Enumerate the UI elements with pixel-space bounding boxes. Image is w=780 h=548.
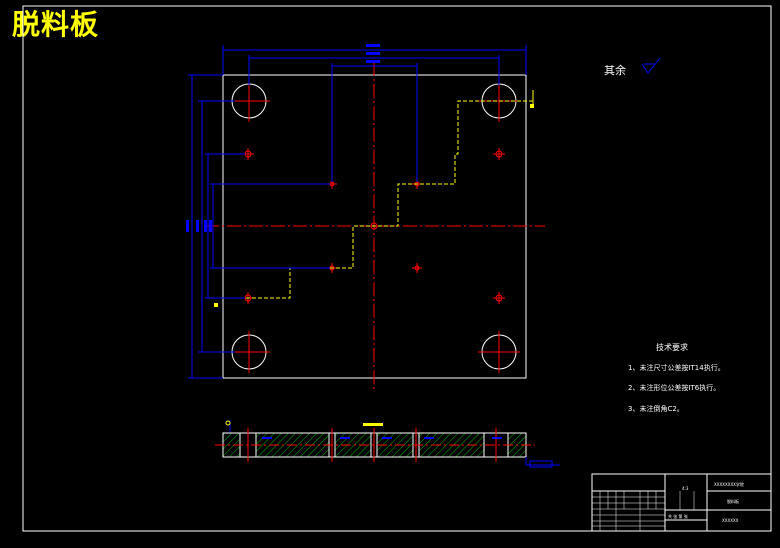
roughness-symbol-icon bbox=[641, 57, 661, 74]
title-block-part-name: 脱料板 bbox=[727, 498, 739, 504]
guide-hole-bottom-right bbox=[478, 331, 520, 373]
technical-requirements: 技术要求 1、未注尺寸公差按IT14执行。 2、未注形位公差按IT6执行。 3、… bbox=[628, 342, 725, 413]
title-block-scale: 4:3 bbox=[682, 486, 689, 491]
title-block-drawing-no: XXXXXX bbox=[722, 518, 739, 523]
title-block bbox=[591, 473, 772, 532]
title-block-sheet-info: 共 张 第 张 bbox=[668, 513, 688, 519]
dimension-lines bbox=[188, 45, 527, 379]
tech-req-item-1: 1、未注尺寸公差按IT14执行。 bbox=[628, 363, 725, 372]
tech-req-item-2: 2、未注形位公差按IT6执行。 bbox=[628, 383, 720, 392]
dimension-labels bbox=[186, 44, 380, 232]
tech-req-heading: 技术要求 bbox=[656, 342, 688, 352]
plan-view bbox=[186, 44, 545, 390]
cad-drawing: 其余 技术要求 1、未注尺寸公差按IT14执行。 2、未注形位公差按IT6执行。… bbox=[22, 5, 772, 532]
tech-req-item-3: 3、未注倒角C2。 bbox=[628, 404, 684, 413]
roughness-note: 其余 bbox=[604, 63, 626, 77]
section-view bbox=[215, 420, 560, 468]
title-block-school: XXXXXXXX学院 bbox=[714, 481, 744, 487]
